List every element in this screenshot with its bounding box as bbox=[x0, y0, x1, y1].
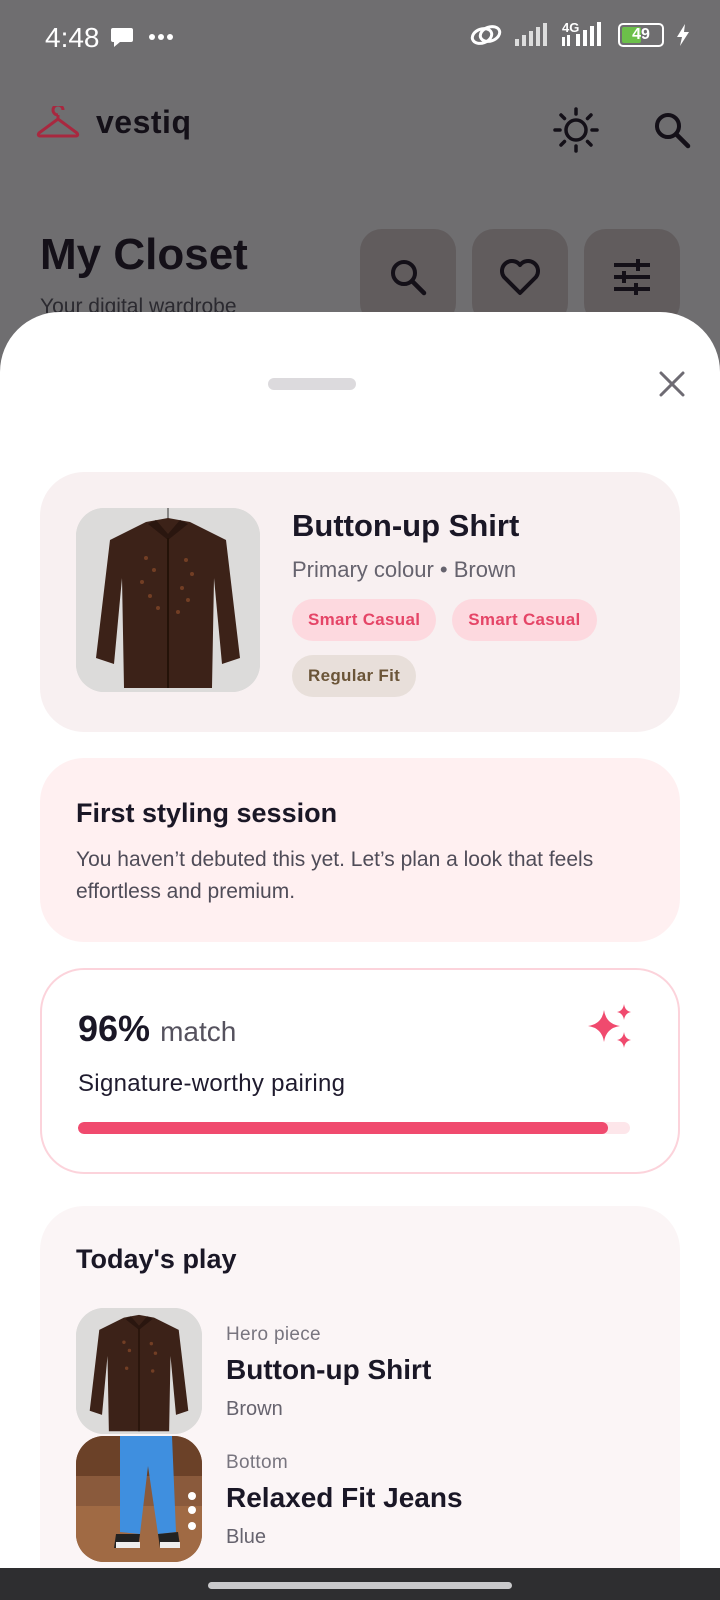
signal-4g-icon: 4G bbox=[560, 21, 606, 48]
match-value: 96% bbox=[78, 1008, 151, 1049]
theme-toggle-button[interactable] bbox=[546, 100, 606, 160]
styling-session-card: First styling session You haven’t debute… bbox=[40, 758, 680, 942]
battery-percent: 49 bbox=[632, 26, 650, 43]
search-icon bbox=[391, 260, 427, 296]
look-item[interactable]: Bottom Relaxed Fit Jeans Blue bbox=[76, 1436, 636, 1562]
item-tags: Smart Casual Smart Casual Regular Fit bbox=[292, 599, 652, 697]
brand: vestiq bbox=[36, 104, 191, 141]
item-detail-sheet: Button-up Shirt Primary colour • Brown S… bbox=[0, 312, 720, 1600]
look-thumbnail bbox=[76, 1308, 202, 1434]
session-body: You haven’t debuted this yet. Let’s plan… bbox=[76, 848, 594, 903]
look-name: Button-up Shirt bbox=[226, 1354, 432, 1385]
match-score: 96% match bbox=[78, 1008, 236, 1050]
look-role: Bottom bbox=[226, 1452, 288, 1473]
match-word: match bbox=[160, 1016, 237, 1047]
look-name: Relaxed Fit Jeans bbox=[226, 1482, 463, 1513]
look-item[interactable]: Hero piece Button-up Shirt Brown bbox=[76, 1308, 636, 1434]
brand-name: vestiq bbox=[96, 104, 192, 140]
home-gesture-pill[interactable] bbox=[208, 1582, 512, 1589]
item-summary-card: Button-up Shirt Primary colour • Brown S… bbox=[40, 472, 680, 732]
sparkle-icon bbox=[588, 1004, 631, 1048]
battery-icon: 49 bbox=[618, 23, 664, 47]
chat-bubble-icon bbox=[111, 28, 133, 47]
item-tag[interactable]: Regular Fit bbox=[292, 655, 417, 697]
drag-handle[interactable] bbox=[268, 378, 356, 390]
todays-play-card: Today's play Hero piece Button-up Shirt … bbox=[40, 1206, 680, 1600]
link-icon bbox=[470, 25, 502, 45]
match-progress-bar bbox=[78, 1122, 630, 1134]
look-thumbnail bbox=[76, 1436, 202, 1562]
signal-icon bbox=[515, 23, 547, 46]
status-time: 4:48 bbox=[45, 22, 100, 53]
look-color: Blue bbox=[226, 1526, 267, 1548]
match-score-card: 96% match Signature-worthy pairing bbox=[40, 968, 680, 1174]
page-title: My Closet bbox=[40, 230, 248, 279]
filter-button[interactable] bbox=[584, 229, 680, 325]
close-icon bbox=[659, 371, 685, 397]
status-left-icons bbox=[110, 26, 174, 48]
item-tag[interactable]: Smart Casual bbox=[452, 599, 597, 641]
item-tag[interactable]: Smart Casual bbox=[292, 599, 437, 641]
favorites-button[interactable] bbox=[472, 229, 568, 325]
item-primary-colour: Primary colour • Brown bbox=[292, 557, 517, 582]
more-dots-icon bbox=[149, 34, 173, 40]
look-color: Brown bbox=[226, 1398, 283, 1420]
hanger-icon bbox=[36, 105, 80, 137]
sun-icon bbox=[553, 107, 599, 153]
filter-sliders-icon bbox=[614, 259, 650, 295]
todays-play-title: Today's play bbox=[76, 1244, 237, 1274]
close-button[interactable] bbox=[648, 360, 696, 408]
look-role: Hero piece bbox=[226, 1324, 321, 1345]
heart-icon bbox=[500, 259, 540, 295]
system-nav-bar bbox=[0, 1568, 720, 1600]
closet-search-button[interactable] bbox=[360, 229, 456, 325]
status-right-icons: 4G 49 bbox=[470, 21, 690, 48]
app-bar: vestiq bbox=[0, 80, 720, 180]
match-description: Signature-worthy pairing bbox=[78, 1070, 346, 1097]
item-photo bbox=[76, 508, 260, 692]
status-bar: 4:48 4G 49 bbox=[0, 0, 720, 80]
charging-icon bbox=[677, 24, 689, 46]
search-icon bbox=[655, 113, 691, 149]
match-progress-fill bbox=[78, 1122, 608, 1134]
session-title: First styling session bbox=[76, 798, 338, 828]
app-search-button[interactable] bbox=[642, 100, 702, 160]
item-name: Button-up Shirt bbox=[292, 508, 520, 543]
